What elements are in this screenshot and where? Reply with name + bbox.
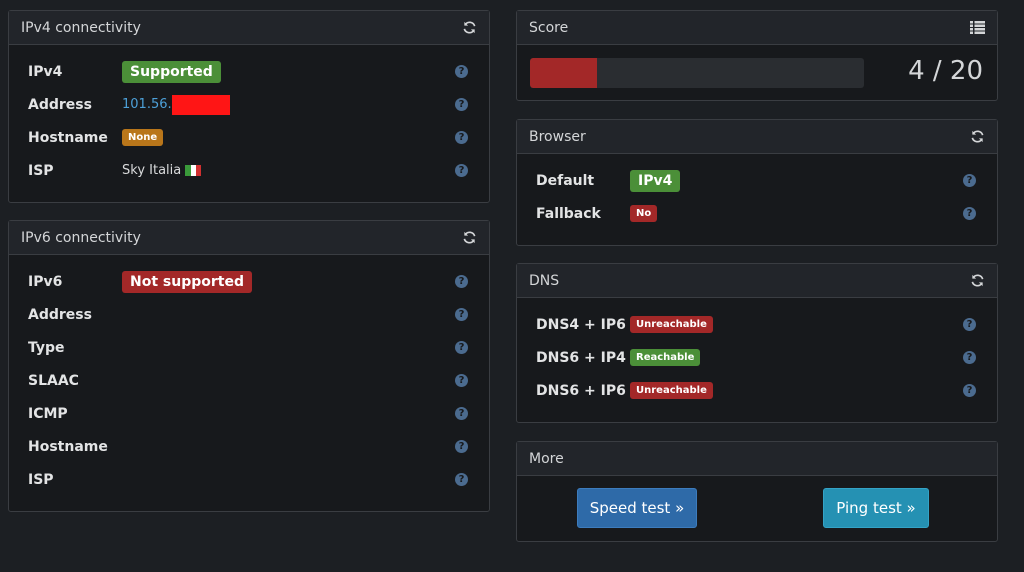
list-icon[interactable] — [969, 20, 985, 36]
speed-test-button[interactable]: Speed test » — [577, 488, 697, 528]
dns4-ip6-row: DNS4 + IP6 Unreachable ? — [517, 308, 997, 341]
default-label: Default — [536, 172, 595, 189]
browser-panel-title: Browser — [529, 128, 586, 145]
default-row: Default IPv4 ? — [517, 164, 997, 197]
ipv4-supported-badge: Supported — [122, 60, 221, 83]
type-label: Type — [28, 339, 65, 356]
refresh-icon[interactable] — [969, 273, 985, 289]
help-icon[interactable]: ? — [455, 473, 468, 486]
more-panel: More Speed test » Ping test » — [516, 441, 998, 542]
help-icon[interactable]: ? — [455, 164, 468, 177]
dns6-ip6-row: DNS6 + IP6 Unreachable ? — [517, 374, 997, 407]
refresh-icon[interactable] — [461, 20, 477, 36]
help-icon[interactable]: ? — [455, 440, 468, 453]
ipv6-panel-header: IPv6 connectivity — [9, 221, 489, 255]
ipv6-panel-title: IPv6 connectivity — [21, 229, 141, 246]
address-row: Address 101.56. ? — [9, 88, 489, 121]
ipv4-panel: IPv4 connectivity IPv4 Supported ? Addre… — [8, 10, 490, 203]
ipv4-row: IPv4 Supported ? — [9, 55, 489, 88]
address-label: Address — [28, 96, 92, 113]
ipv6-panel: IPv6 connectivity IPv6 Not supported ? A… — [8, 220, 490, 512]
dns-panel-title: DNS — [529, 272, 560, 289]
score-progress-bar — [530, 58, 864, 88]
isp-row: ISP Sky Italia ? — [9, 154, 489, 187]
help-icon[interactable]: ? — [963, 174, 976, 187]
ipv4-panel-title: IPv4 connectivity — [21, 19, 141, 36]
help-icon[interactable]: ? — [455, 131, 468, 144]
dns6-ip6-status-badge: Unreachable — [630, 382, 713, 399]
dns4-ip6-status-badge: Unreachable — [630, 316, 713, 333]
score-panel-title: Score — [529, 19, 569, 36]
help-icon[interactable]: ? — [455, 341, 468, 354]
address-label: Address — [28, 306, 92, 323]
italy-flag-icon — [185, 165, 202, 176]
hostname-label: Hostname — [28, 438, 108, 455]
icmp-row: ICMP ? — [9, 397, 489, 430]
isp-label: ISP — [28, 162, 54, 179]
dns6-ip4-row: DNS6 + IP4 Reachable ? — [517, 341, 997, 374]
hostname-row: Hostname None ? — [9, 121, 489, 154]
more-panel-header: More — [517, 442, 997, 476]
browser-panel-header: Browser — [517, 120, 997, 154]
hostname-none-badge: None — [122, 129, 164, 146]
refresh-icon[interactable] — [969, 129, 985, 145]
refresh-icon[interactable] — [461, 230, 477, 246]
ipv6-label: IPv6 — [28, 273, 63, 290]
dns-panel: DNS DNS4 + IP6 Unreachable ? DNS6 + IP4 … — [516, 263, 998, 423]
help-icon[interactable]: ? — [455, 275, 468, 288]
help-icon[interactable]: ? — [963, 207, 976, 220]
help-icon[interactable]: ? — [963, 351, 976, 364]
ipv6-isp-row: ISP ? — [9, 463, 489, 496]
redacted-block — [171, 94, 230, 115]
help-icon[interactable]: ? — [455, 308, 468, 321]
isp-label: ISP — [28, 471, 54, 488]
score-progress-fill — [530, 58, 597, 88]
icmp-label: ICMP — [28, 405, 68, 422]
hostname-label: Hostname — [28, 129, 108, 146]
more-panel-title: More — [529, 450, 564, 467]
score-panel-header: Score — [517, 11, 997, 45]
default-ipv4-badge: IPv4 — [630, 169, 681, 192]
ipv4-address-link[interactable]: 101.56. — [122, 97, 172, 112]
ping-test-button[interactable]: Ping test » — [823, 488, 929, 528]
dns6-ip4-label: DNS6 + IP4 — [536, 349, 626, 366]
score-panel: Score 4 / 20 — [516, 10, 998, 101]
dns6-ip6-label: DNS6 + IP6 — [536, 382, 626, 399]
help-icon[interactable]: ? — [963, 384, 976, 397]
isp-value: Sky Italia — [122, 163, 182, 178]
dns-panel-header: DNS — [517, 264, 997, 298]
browser-panel: Browser Default IPv4 ? Fallback No ? — [516, 119, 998, 246]
help-icon[interactable]: ? — [963, 318, 976, 331]
ipv6-not-supported-badge: Not supported — [122, 270, 252, 293]
ipv4-panel-header: IPv4 connectivity — [9, 11, 489, 45]
score-value: 4 / 20 — [908, 56, 983, 86]
slaac-label: SLAAC — [28, 372, 79, 389]
fallback-label: Fallback — [536, 205, 601, 222]
fallback-no-badge: No — [630, 205, 658, 222]
ipv6-address-row: Address ? — [9, 298, 489, 331]
dns4-ip6-label: DNS4 + IP6 — [536, 316, 626, 333]
type-row: Type ? — [9, 331, 489, 364]
dns6-ip4-status-badge: Reachable — [630, 349, 701, 366]
help-icon[interactable]: ? — [455, 65, 468, 78]
fallback-row: Fallback No ? — [517, 197, 997, 230]
help-icon[interactable]: ? — [455, 374, 468, 387]
ipv6-hostname-row: Hostname ? — [9, 430, 489, 463]
help-icon[interactable]: ? — [455, 98, 468, 111]
ipv4-label: IPv4 — [28, 63, 63, 80]
ipv6-row: IPv6 Not supported ? — [9, 265, 489, 298]
slaac-row: SLAAC ? — [9, 364, 489, 397]
help-icon[interactable]: ? — [455, 407, 468, 420]
